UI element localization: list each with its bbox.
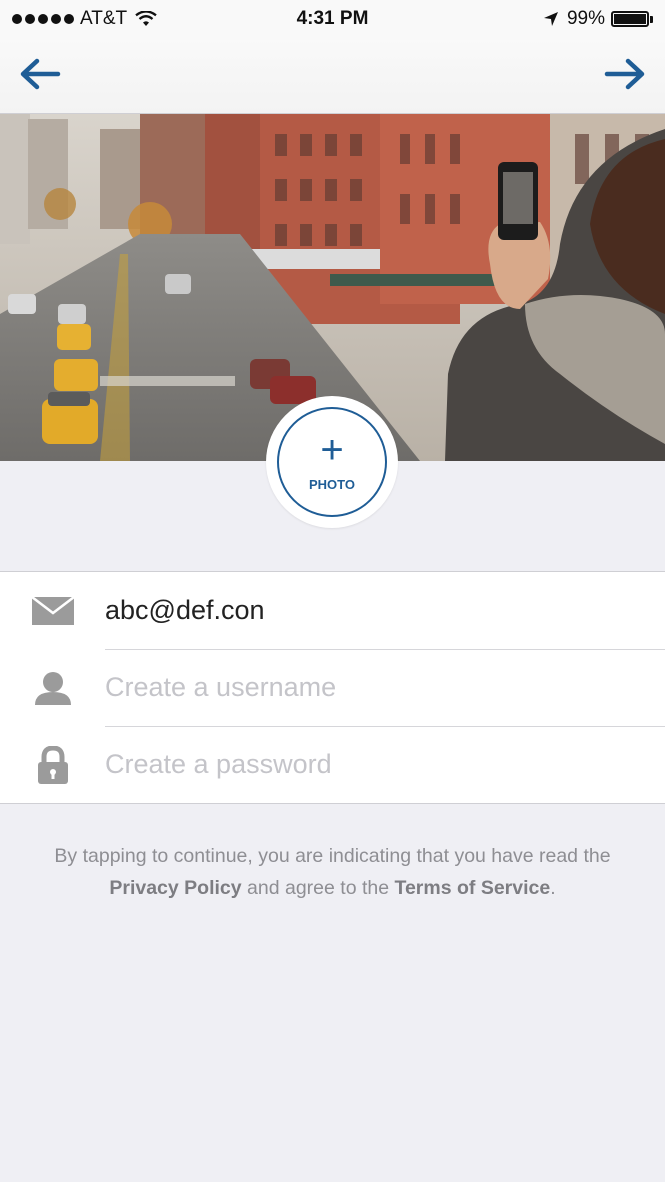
add-photo-button[interactable]: + PHOTO: [277, 407, 387, 517]
terms-text-3: .: [550, 877, 556, 899]
status-bar: AT&T 4:31 PM 99%: [0, 0, 665, 38]
add-photo-button-ring: + PHOTO: [266, 396, 398, 528]
battery-percent: 99%: [566, 8, 605, 29]
email-field[interactable]: [105, 572, 665, 649]
lock-icon: [0, 726, 105, 803]
battery-icon: [611, 11, 649, 27]
battery-tip: [650, 15, 653, 23]
terms-notice: By tapping to continue, you are indicati…: [20, 840, 645, 904]
next-button[interactable]: [601, 52, 649, 96]
nav-bar: [0, 38, 665, 114]
arrow-left-icon: [20, 58, 61, 90]
user-icon: [0, 649, 105, 726]
plus-icon: +: [320, 427, 344, 472]
username-row: [0, 649, 665, 726]
back-button[interactable]: [16, 52, 64, 96]
signup-form: [0, 571, 665, 804]
add-photo-label: PHOTO: [309, 476, 355, 492]
username-field[interactable]: [105, 649, 665, 726]
email-row: [0, 572, 665, 649]
password-field[interactable]: [105, 726, 665, 803]
mail-icon: [0, 572, 105, 649]
privacy-policy-link[interactable]: Privacy Policy: [109, 877, 241, 899]
terms-of-service-link[interactable]: Terms of Service: [395, 877, 551, 899]
terms-text-2: and agree to the: [241, 877, 395, 899]
location-arrow-icon: [543, 12, 558, 26]
battery-fill: [614, 14, 646, 24]
password-row: [0, 726, 665, 803]
status-right: 99%: [543, 8, 653, 30]
terms-text-1: By tapping to continue, you are indicati…: [54, 845, 611, 867]
arrow-right-icon: [604, 58, 645, 90]
